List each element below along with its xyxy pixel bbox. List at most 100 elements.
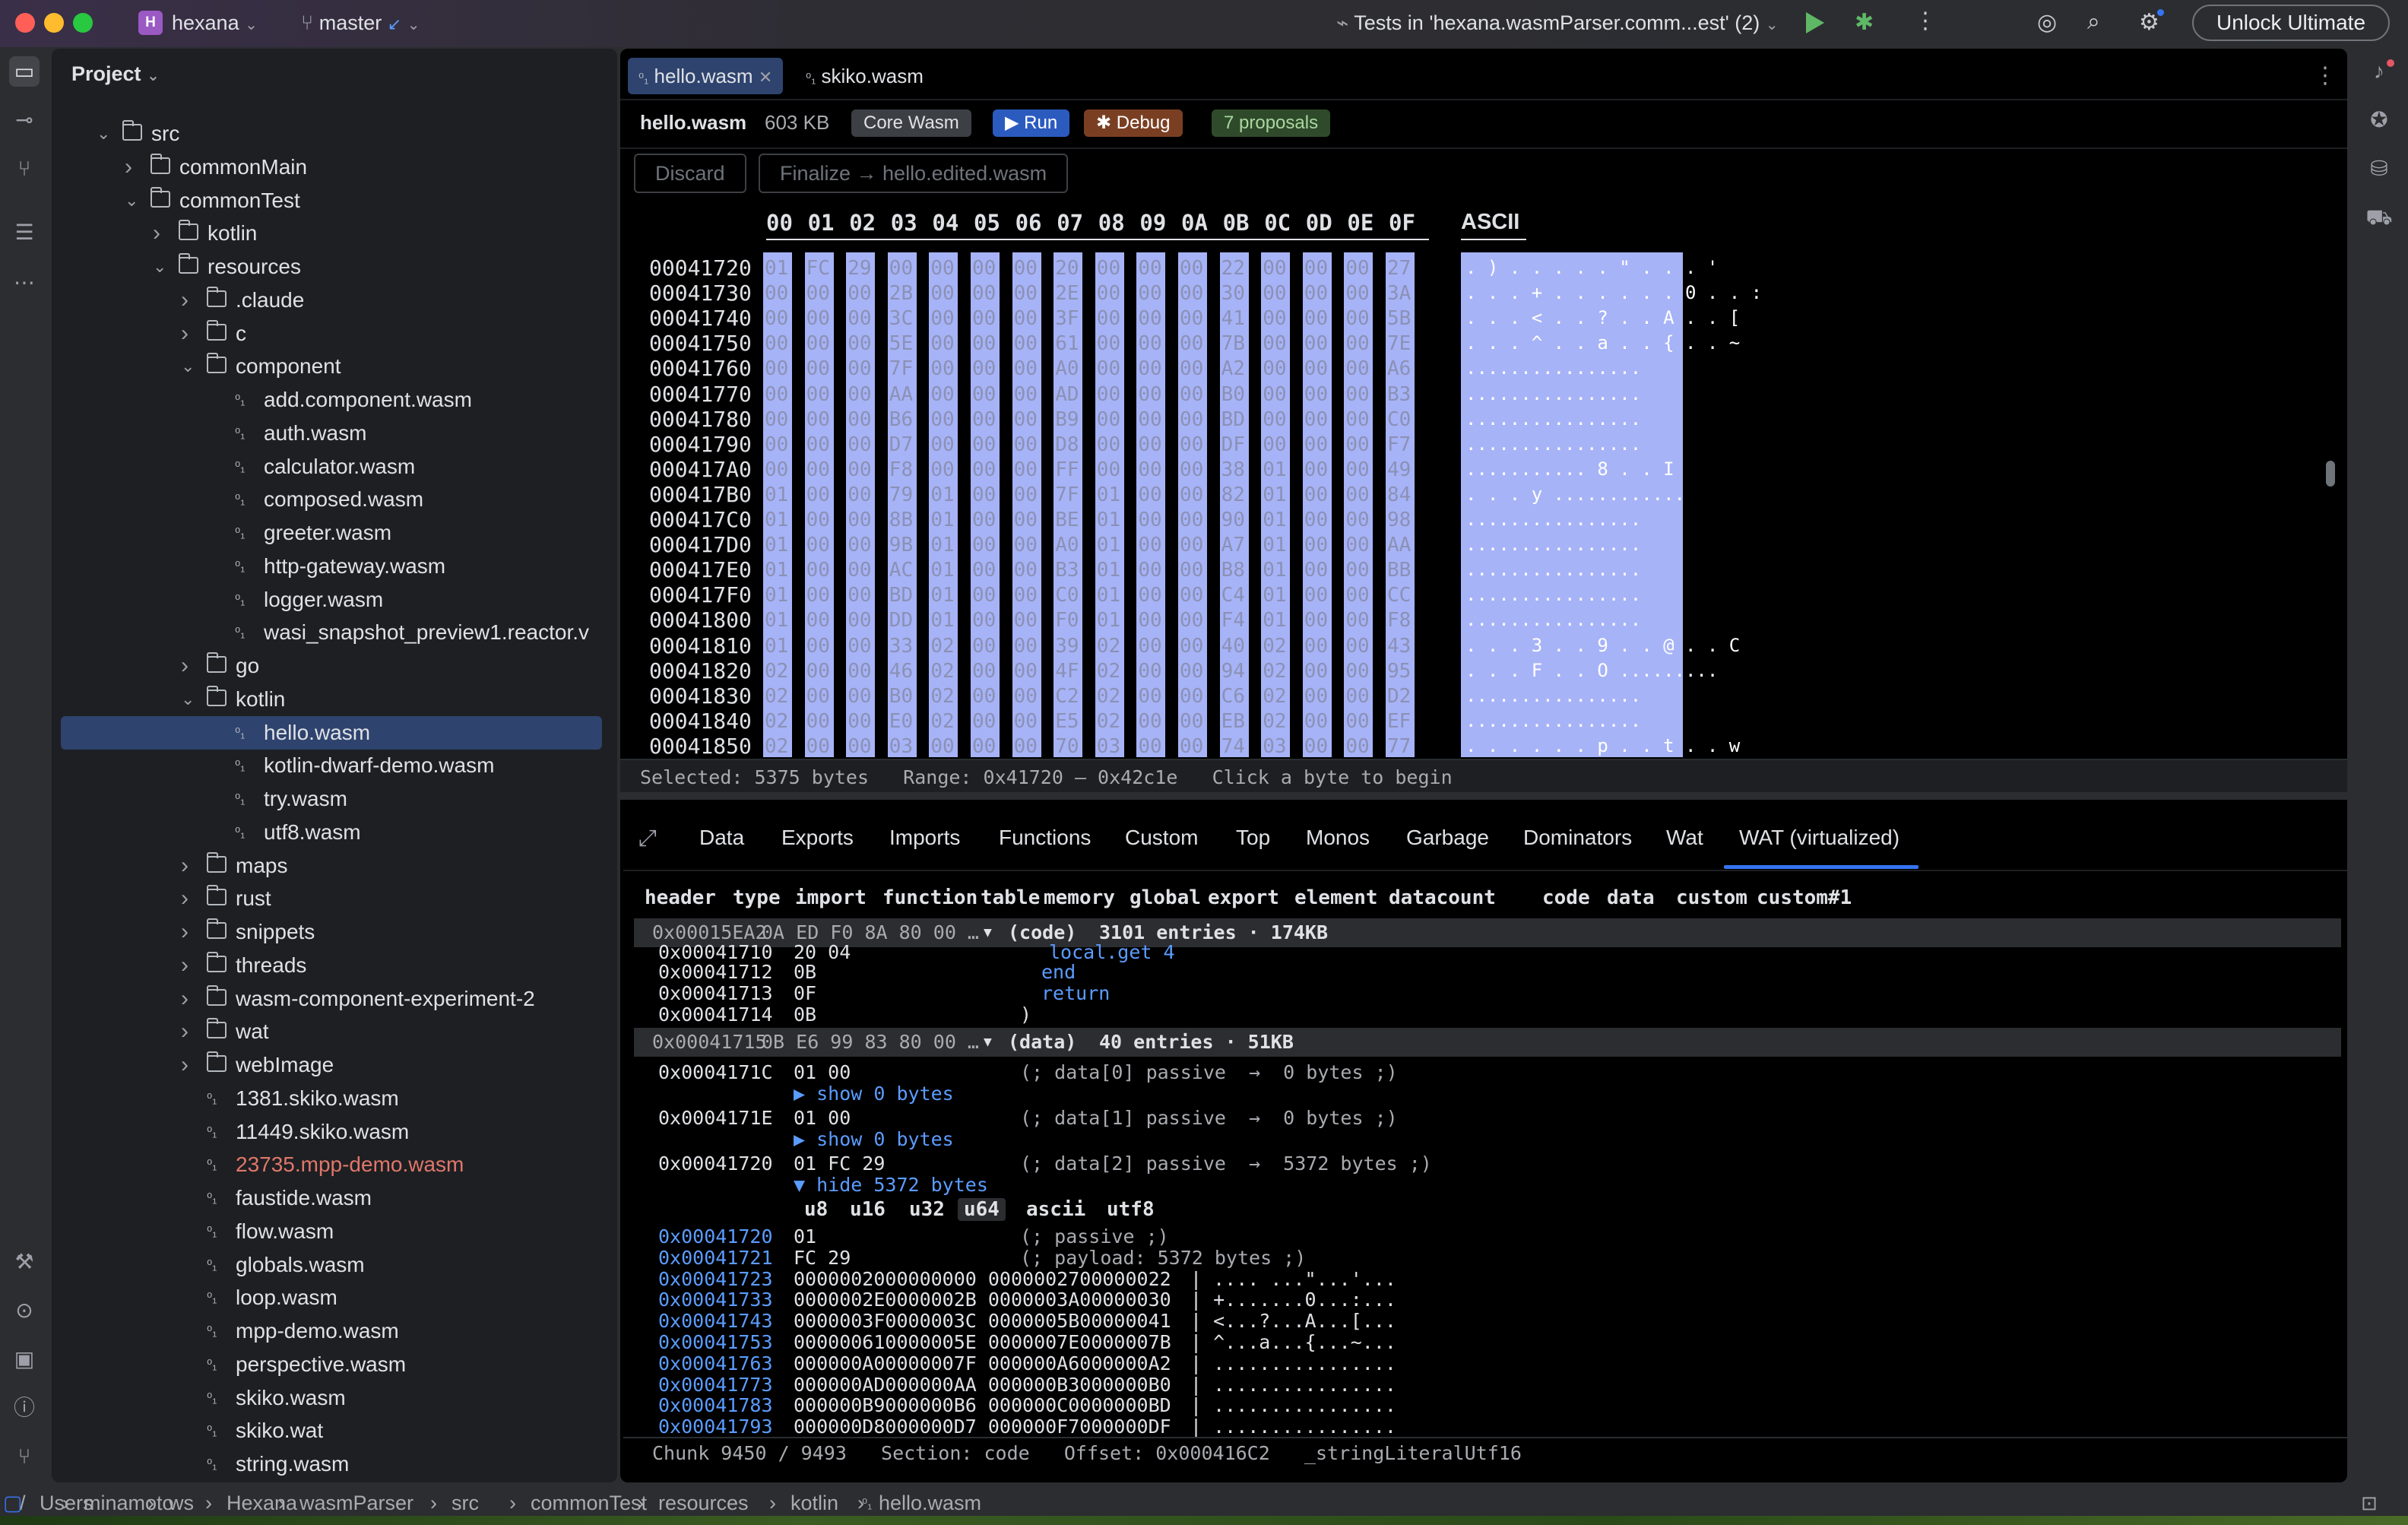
commit-icon[interactable]: ⊸	[9, 105, 40, 135]
hex-byte-cell[interactable]: 00	[972, 534, 996, 556]
hex-byte-cell[interactable]: 00	[1304, 685, 1328, 708]
section-filter[interactable]: data	[1607, 886, 1655, 909]
hex-byte-cell[interactable]: BD	[1221, 408, 1245, 431]
hex-byte-cell[interactable]: 00	[1138, 534, 1161, 556]
chevron-right-icon[interactable]: ›	[181, 317, 199, 350]
hex-byte-cell[interactable]: 00	[806, 458, 830, 481]
hex-byte-cell[interactable]: 00	[1180, 660, 1203, 683]
unlock-ultimate-button[interactable]: Unlock Ultimate	[2192, 5, 2390, 41]
tree-item[interactable]: ⁰₁ greeter.wasm	[52, 516, 614, 550]
hex-byte-cell[interactable]: 02	[1097, 635, 1120, 658]
tree-item[interactable]: ⁰₁ hello.wasm	[61, 715, 602, 750]
chevron-down-icon[interactable]: ⌄	[181, 683, 199, 716]
hex-byte-cell[interactable]: 00	[1180, 534, 1203, 556]
hex-byte-cell[interactable]: 00	[1014, 357, 1038, 380]
hex-byte-cell[interactable]: 00	[1263, 257, 1286, 280]
payload-view-mode[interactable]: u16	[850, 1198, 886, 1221]
payload-view-mode[interactable]: u8	[804, 1198, 828, 1221]
hex-byte-cell[interactable]: 01	[765, 483, 788, 506]
debug-icon[interactable]: ✱	[1855, 9, 1874, 36]
hex-byte-cell[interactable]: 00	[1138, 584, 1161, 607]
hex-byte-cell[interactable]: 01	[1097, 584, 1120, 607]
hex-byte-cell[interactable]: 00	[1345, 383, 1369, 406]
hex-byte-cell[interactable]: 02	[1263, 685, 1286, 708]
hex-byte-cell[interactable]: 33	[889, 635, 913, 658]
hex-byte-cell[interactable]: 02	[1097, 660, 1120, 683]
services-icon[interactable]: ⊙	[9, 1295, 40, 1326]
close-window-button[interactable]	[15, 13, 35, 33]
breadcrumb-item[interactable]: wasmParser	[299, 1492, 413, 1515]
tree-item[interactable]: ⁰₁ kotlin-dwarf-demo.wasm	[52, 749, 614, 782]
hex-byte-cell[interactable]: 00	[848, 408, 871, 431]
chevron-right-icon[interactable]: ›	[181, 284, 199, 317]
hex-byte-cell[interactable]: BD	[889, 584, 913, 607]
breadcrumb-item[interactable]: hello.wasm	[879, 1492, 981, 1515]
hex-byte-cell[interactable]: 3F	[1055, 307, 1079, 330]
hex-byte-cell[interactable]: 00	[1304, 383, 1328, 406]
hex-byte-cell[interactable]: 01	[1263, 483, 1286, 506]
hex-byte-cell[interactable]: 79	[889, 483, 913, 506]
hex-byte-cell[interactable]: 00	[1345, 483, 1369, 506]
hex-byte-cell[interactable]: AA	[889, 383, 913, 406]
chevron-right-icon[interactable]: ›	[181, 1015, 199, 1048]
gradle-icon[interactable]: ⛟	[2364, 202, 2394, 233]
tab-skiko-wasm[interactable]: ⁰₁ skiko.wasm	[806, 58, 924, 94]
breadcrumb-item[interactable]: commonTest	[531, 1492, 647, 1515]
chevron-right-icon[interactable]: ›	[181, 949, 199, 982]
hex-byte-cell[interactable]: 00	[1304, 282, 1328, 305]
analysis-tab[interactable]: Custom	[1125, 826, 1198, 850]
chevron-right-icon[interactable]: ›	[181, 849, 199, 883]
hex-byte-cell[interactable]: C0	[1055, 584, 1079, 607]
project-switcher[interactable]: hexana ⌄	[172, 11, 258, 35]
zoom-window-button[interactable]	[73, 13, 93, 33]
hex-byte-cell[interactable]: FF	[1055, 458, 1079, 481]
payload-view-mode[interactable]: u32	[909, 1198, 945, 1221]
hex-byte-cell[interactable]: 00	[1014, 282, 1038, 305]
hex-byte-cell[interactable]: 98	[1387, 509, 1411, 531]
more-tools-icon[interactable]: ⋯	[9, 268, 40, 298]
debug-button[interactable]: ✱ Debug	[1084, 109, 1183, 137]
proposals-badge[interactable]: 7 proposals	[1212, 109, 1331, 137]
hex-byte-cell[interactable]: 03	[889, 735, 913, 758]
hex-byte-cell[interactable]: 00	[889, 257, 913, 280]
breadcrumb-item[interactable]: ws	[169, 1492, 194, 1515]
payload-view-mode[interactable]: utf8	[1107, 1198, 1155, 1221]
hex-byte-cell[interactable]: 41	[1221, 307, 1245, 330]
tree-item[interactable]: ⁰₁ skiko.wat	[52, 1414, 614, 1447]
analysis-tab[interactable]: Monos	[1306, 826, 1370, 850]
hex-byte-cell[interactable]: 01	[930, 534, 954, 556]
hex-byte-cell[interactable]: 00	[1304, 433, 1328, 456]
hex-byte-cell[interactable]: 00	[1304, 635, 1328, 658]
hex-byte-cell[interactable]: 00	[930, 257, 954, 280]
hex-byte-cell[interactable]: 00	[1138, 282, 1161, 305]
hex-byte-cell[interactable]: 00	[930, 408, 954, 431]
hex-byte-cell[interactable]: 00	[972, 509, 996, 531]
hex-byte-cell[interactable]: 00	[1304, 332, 1328, 355]
problems-icon[interactable]: ⓘ	[9, 1393, 40, 1423]
hex-byte-cell[interactable]: 00	[848, 735, 871, 758]
hex-byte-cell[interactable]: 00	[1345, 332, 1369, 355]
hex-byte-cell[interactable]: 01	[930, 559, 954, 582]
hex-byte-cell[interactable]: 02	[930, 685, 954, 708]
hex-byte-cell[interactable]: 00	[848, 357, 871, 380]
tree-item[interactable]: ⌄ src	[52, 117, 614, 151]
lock-icon[interactable]: ⊡	[2361, 1492, 2378, 1515]
hex-byte-cell[interactable]: BB	[1387, 559, 1411, 582]
hex-byte-cell[interactable]: 00	[1304, 710, 1328, 733]
hex-byte-cell[interactable]: 00	[1345, 509, 1369, 531]
collapse-chevron-icon[interactable]: ▼	[984, 1028, 992, 1057]
hex-byte-cell[interactable]: 00	[848, 584, 871, 607]
data-entry-toggle[interactable]: ▶ show 0 bytes	[794, 1128, 954, 1150]
hex-byte-cell[interactable]: 00	[1263, 433, 1286, 456]
hex-byte-cell[interactable]: 00	[1014, 383, 1038, 406]
hex-byte-cell[interactable]: 00	[930, 307, 954, 330]
hex-byte-cell[interactable]: 22	[1221, 257, 1245, 280]
hex-byte-cell[interactable]: 2B	[889, 282, 913, 305]
run-icon[interactable]	[1806, 12, 1824, 33]
hex-byte-cell[interactable]: 00	[1304, 357, 1328, 380]
tree-item[interactable]: ⁰₁ logger.wasm	[52, 583, 614, 617]
analysis-tab[interactable]: Imports	[889, 826, 960, 850]
hex-byte-cell[interactable]: 00	[930, 433, 954, 456]
hex-byte-cell[interactable]: 00	[806, 408, 830, 431]
hex-byte-cell[interactable]: 00	[972, 307, 996, 330]
